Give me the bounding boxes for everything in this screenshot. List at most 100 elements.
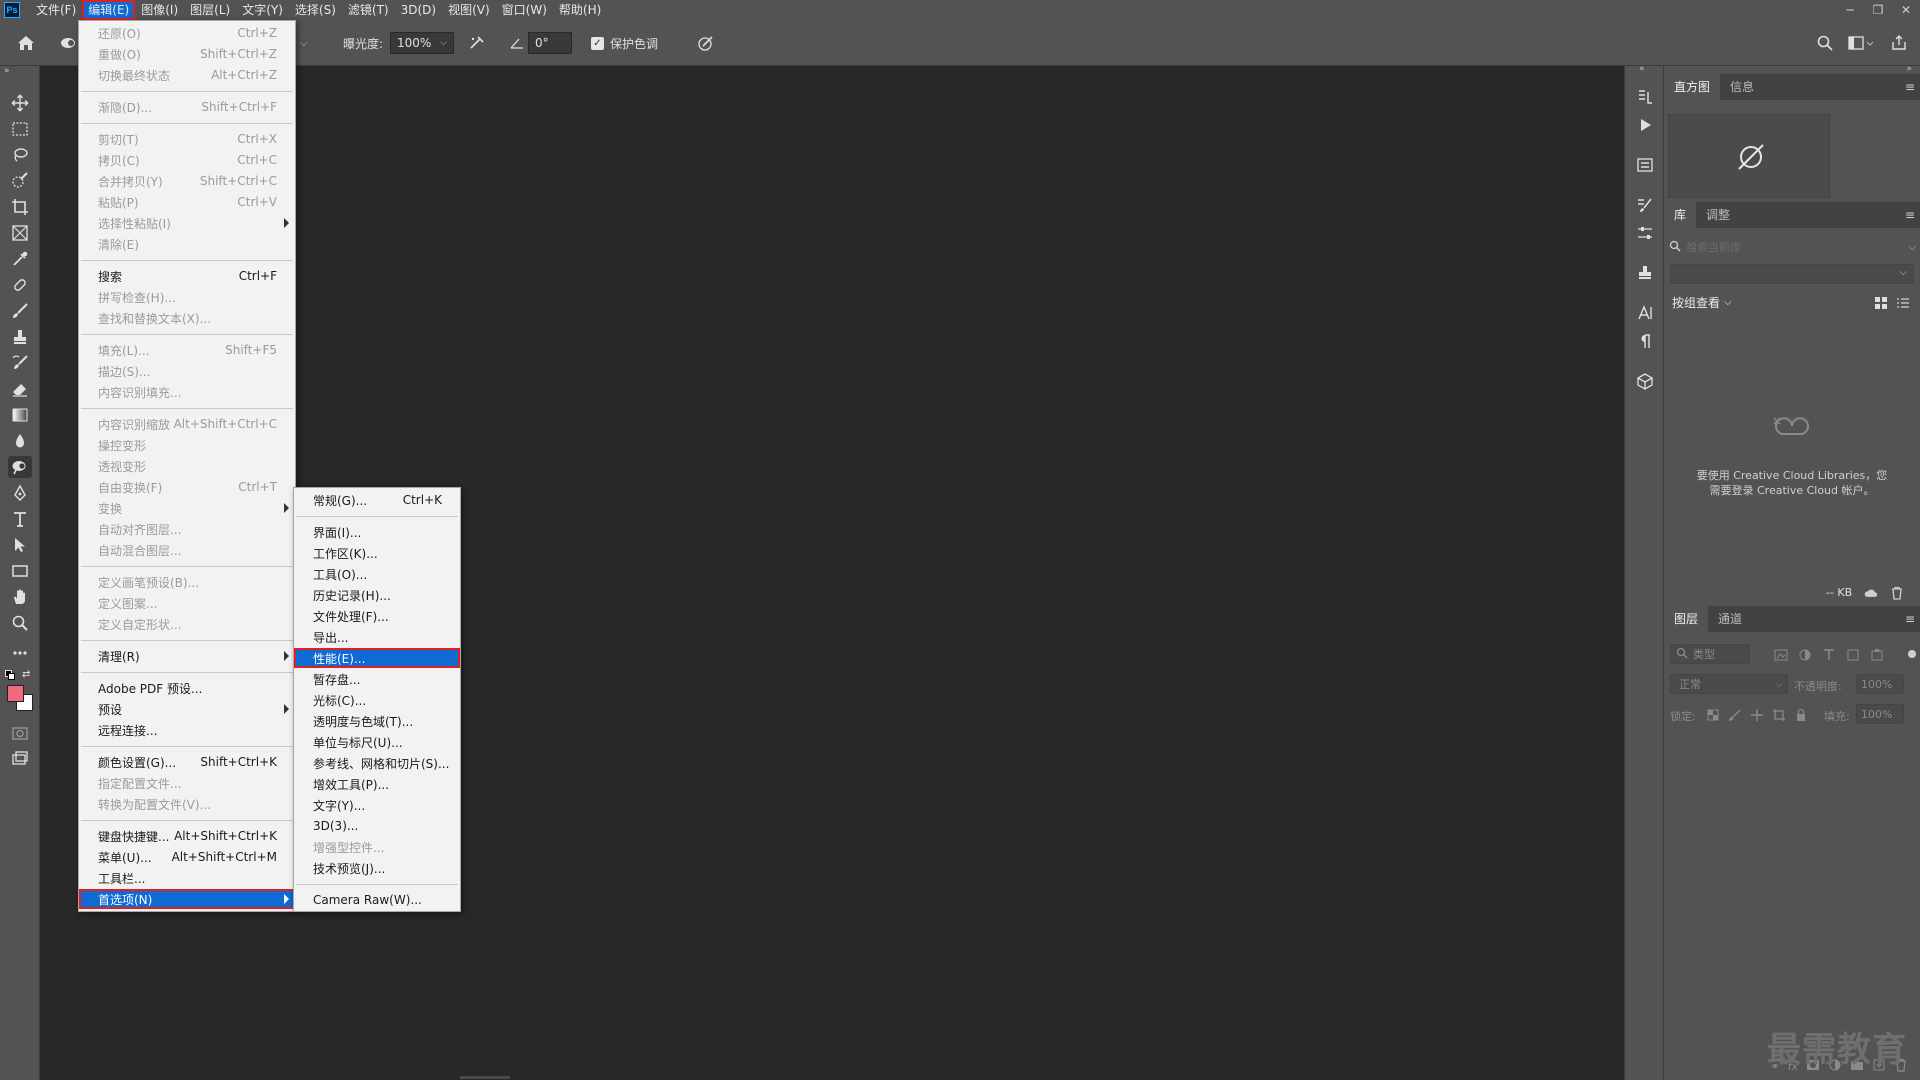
3d-panel-icon[interactable] (1633, 370, 1657, 392)
dropdown-chevron-icon[interactable]: ⌵ (300, 31, 308, 55)
menu-item[interactable]: 性能(E)... (294, 648, 460, 668)
foreground-color-swatch[interactable] (7, 685, 24, 702)
menu-item[interactable]: 还原(O) Ctrl+Z (79, 23, 295, 43)
menu-item[interactable]: 自动混合图层... (79, 540, 295, 560)
pressure-size-icon[interactable] (697, 31, 715, 55)
menu-item[interactable]: Adobe PDF 预设... (79, 678, 295, 698)
menu-10[interactable]: 帮助(H) (553, 0, 607, 20)
menu-item[interactable]: 自由变换(F) Ctrl+T (79, 477, 295, 497)
tab-adjustments[interactable]: 调整 (1696, 202, 1740, 228)
menu-2[interactable]: 图像(I) (135, 0, 184, 20)
healing-brush-tool-icon[interactable] (8, 274, 32, 296)
clone-source-icon[interactable] (1633, 262, 1657, 284)
library-search-input[interactable]: 搜索当前库 ⌵ (1668, 236, 1916, 258)
menu-item[interactable]: 文字(Y)... (294, 795, 460, 815)
menu-5[interactable]: 选择(S) (289, 0, 342, 20)
protect-tones-checkbox[interactable]: ✓ 保护色调 (591, 31, 658, 55)
menu-item[interactable]: 填充(L)... Shift+F5 (79, 340, 295, 360)
menu-3[interactable]: 图层(L) (184, 0, 236, 20)
marquee-tool-icon[interactable] (8, 118, 32, 140)
menu-item[interactable]: 菜单(U)... Alt+Shift+Ctrl+M (79, 847, 295, 867)
share-icon[interactable] (1890, 31, 1908, 55)
menu-item[interactable]: 拷贝(C) Ctrl+C (79, 150, 295, 170)
restore-button[interactable]: ❐ (1864, 0, 1892, 20)
menu-item[interactable]: 工作区(K)... (294, 543, 460, 563)
menu-item[interactable]: 增强型控件... (294, 837, 460, 857)
menu-item[interactable]: 透明度与色域(T)... (294, 711, 460, 731)
airbrush-icon[interactable] (468, 31, 486, 55)
quick-mask-icon[interactable] (8, 722, 32, 744)
menu-item[interactable]: 选择性粘贴(I) (79, 213, 295, 233)
lock-all-icon[interactable] (1794, 708, 1808, 725)
menu-item[interactable]: 单位与标尺(U)... (294, 732, 460, 752)
image-filter-icon[interactable] (1774, 648, 1788, 665)
menu-item[interactable]: 描边(S)... (79, 361, 295, 381)
panel-menu-icon[interactable]: ≡ (1900, 74, 1920, 100)
menu-item[interactable]: 内容识别缩放 Alt+Shift+Ctrl+C (79, 414, 295, 434)
menu-item[interactable]: 内容识别填充... (79, 382, 295, 402)
group-view-dropdown[interactable]: 按组查看 ⌵ (1672, 294, 1732, 311)
menu-item[interactable]: 定义图案... (79, 593, 295, 613)
menu-item[interactable]: 定义画笔预设(B)... (79, 572, 295, 592)
menu-item[interactable]: 3D(3)... (294, 816, 460, 836)
menu-item[interactable]: 清理(R) (79, 646, 295, 666)
menu-item[interactable]: 界面(I)... (294, 522, 460, 542)
zoom-tool-icon[interactable] (8, 612, 32, 634)
menu-0[interactable]: 文件(F) (30, 0, 82, 20)
brush-settings-icon[interactable] (1633, 194, 1657, 216)
dodge-tool-preset-icon[interactable] (60, 31, 78, 55)
tab-histogram[interactable]: 直方图 (1664, 74, 1721, 100)
menu-item[interactable]: 切换最终状态 Alt+Ctrl+Z (79, 65, 295, 85)
cloud-sync-icon[interactable] (1864, 586, 1878, 603)
menu-item[interactable]: 渐隐(D)... Shift+Ctrl+F (79, 97, 295, 117)
menu-item[interactable]: 预设 (79, 699, 295, 719)
eraser-tool-icon[interactable] (8, 378, 32, 400)
menu-item[interactable]: 变换 (79, 498, 295, 518)
panel-menu-icon[interactable]: ≡ (1900, 606, 1920, 632)
menu-item[interactable]: 粘贴(P) Ctrl+V (79, 192, 295, 212)
menu-item[interactable]: 合并拷贝(Y) Shift+Ctrl+C (79, 171, 295, 191)
menu-9[interactable]: 窗口(W) (496, 0, 553, 20)
more-tools-icon[interactable] (8, 642, 32, 664)
minimize-button[interactable]: ─ (1836, 0, 1864, 20)
grid-view-icon[interactable] (1874, 296, 1888, 313)
close-button[interactable]: ✕ (1892, 0, 1920, 20)
lock-transparent-icon[interactable] (1706, 708, 1720, 725)
character-panel-icon[interactable] (1633, 302, 1657, 324)
lock-pixels-icon[interactable] (1728, 708, 1742, 725)
menu-6[interactable]: 滤镜(T) (342, 0, 395, 20)
menu-item[interactable]: 增效工具(P)... (294, 774, 460, 794)
tab-channels[interactable]: 通道 (1708, 606, 1752, 632)
history-brush-tool-icon[interactable] (8, 352, 32, 374)
opacity-field[interactable]: 100% (1856, 674, 1904, 694)
collapse-dock-icon[interactable]: « (1639, 64, 1645, 74)
menu-7[interactable]: 3D(D) (395, 0, 442, 20)
blur-tool-icon[interactable] (8, 430, 32, 452)
lock-position-icon[interactable] (1750, 708, 1764, 725)
eyedropper-tool-icon[interactable] (8, 248, 32, 270)
type-tool-icon[interactable] (8, 508, 32, 530)
menu-item[interactable]: 技术预览(J)... (294, 858, 460, 878)
menu-item[interactable]: Camera Raw(W)... (294, 890, 460, 910)
path-selection-tool-icon[interactable] (8, 534, 32, 556)
canvas-scrollbar[interactable] (460, 1076, 510, 1079)
menu-item[interactable]: 转换为配置文件(V)... (79, 794, 295, 814)
hand-tool-icon[interactable] (8, 586, 32, 608)
collapse-panels-icon[interactable]: » (1906, 64, 1912, 74)
menu-item[interactable]: 拼写检查(H)... (79, 287, 295, 307)
blend-mode-select[interactable]: 正常 ⌵ (1670, 674, 1788, 694)
menu-item[interactable]: 远程连接... (79, 720, 295, 740)
menu-item[interactable]: 键盘快捷键... Alt+Shift+Ctrl+K (79, 826, 295, 846)
list-view-icon[interactable] (1896, 296, 1910, 313)
library-select[interactable]: ⌵ (1670, 264, 1914, 284)
menu-item[interactable]: 操控变形 (79, 435, 295, 455)
screen-mode-icon[interactable] (8, 748, 32, 770)
adjustment-filter-icon[interactable] (1798, 648, 1812, 665)
properties-panel-icon[interactable] (1633, 154, 1657, 176)
lasso-tool-icon[interactable] (8, 144, 32, 166)
menu-item[interactable]: 指定配置文件... (79, 773, 295, 793)
angle-field[interactable]: 0° (528, 31, 572, 55)
menu-item[interactable]: 常规(G)... Ctrl+K (294, 490, 460, 510)
menu-4[interactable]: 文字(Y) (236, 0, 289, 20)
menu-item[interactable]: 文件处理(F)... (294, 606, 460, 626)
